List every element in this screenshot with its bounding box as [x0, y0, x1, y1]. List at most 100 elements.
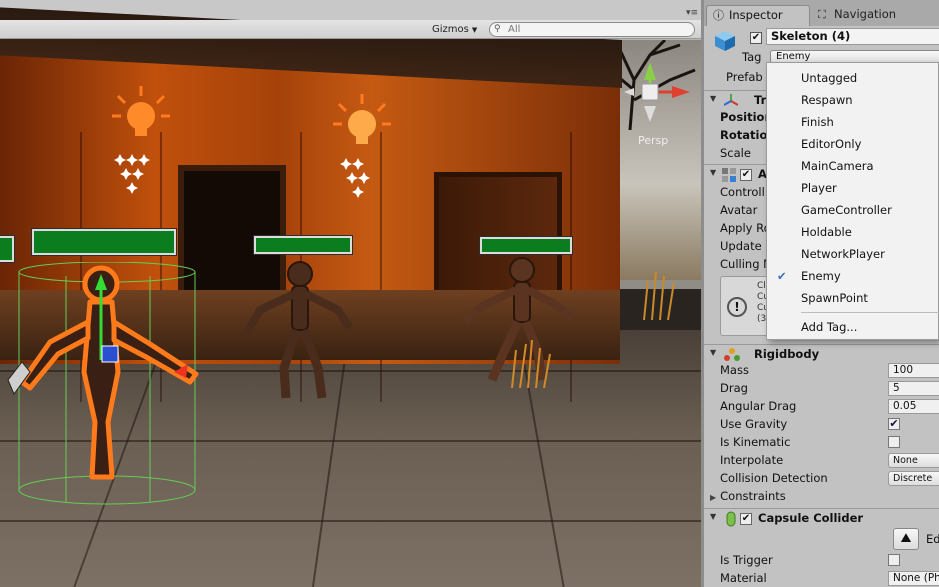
perspective-label[interactable]: Persp: [638, 134, 668, 147]
tag-option-label: MainCamera: [801, 159, 874, 173]
tab-inspector[interactable]: ⓘ Inspector: [706, 5, 810, 26]
particle-system-icon[interactable]: [338, 154, 378, 204]
tag-option-spawnpoint[interactable]: SpawnPoint: [767, 287, 939, 309]
avatar-label: Avatar: [720, 203, 758, 217]
edit-collider-label: Ed: [926, 532, 939, 546]
capsule-collider-icon: [726, 511, 736, 527]
animator-icon: [722, 168, 736, 182]
tag-label: Tag: [742, 50, 762, 64]
menu-separator: [801, 312, 939, 313]
checkmark-icon: ✔: [777, 269, 787, 283]
material-field[interactable]: None (Ph: [888, 571, 939, 586]
tag-option-label: Respawn: [801, 93, 853, 107]
transform-title: Tr: [754, 93, 767, 107]
tag-option-label: Player: [801, 181, 837, 195]
tab-inspector-label: Inspector: [729, 8, 783, 22]
health-bar: [0, 235, 15, 263]
use-gravity-checkbox[interactable]: ✔: [888, 418, 900, 430]
expand-arrow-icon: ▼: [710, 94, 717, 103]
game-object-cube-icon: [715, 31, 735, 51]
tab-navigation-label: Navigation: [834, 7, 897, 21]
tag-dropdown-menu: Untagged Respawn Finish EditorOnly MainC…: [766, 62, 939, 340]
constraints-foldout[interactable]: ▶ Constraints: [710, 487, 786, 505]
tag-option-label: GameController: [801, 203, 892, 217]
edit-collider-button[interactable]: ⛰: [893, 528, 919, 550]
add-tag-menu-item[interactable]: Add Tag...: [767, 316, 939, 338]
tag-option-gamecontroller[interactable]: GameController: [767, 199, 939, 221]
use-gravity-label: Use Gravity: [720, 417, 788, 431]
animator-enabled-checkbox[interactable]: ✔: [740, 169, 752, 181]
tag-option-holdable[interactable]: Holdable: [767, 221, 939, 243]
tag-option-maincamera[interactable]: MainCamera: [767, 155, 939, 177]
light-bulb-icon[interactable]: [112, 86, 170, 144]
skeleton-character[interactable]: [238, 258, 358, 408]
tag-option-player[interactable]: Player: [767, 177, 939, 199]
apply-root-motion-label: Apply Ro: [720, 221, 771, 235]
constraints-label: Constraints: [720, 489, 786, 503]
selected-skeleton-character[interactable]: [0, 262, 215, 512]
light-bulb-icon[interactable]: [333, 94, 391, 152]
tab-navigation[interactable]: ⛶ Navigation: [812, 5, 932, 26]
tag-option-untagged[interactable]: Untagged: [767, 67, 939, 89]
panel-menu-icon[interactable]: ▾≡: [686, 8, 698, 18]
expand-arrow-icon: ▶: [710, 493, 717, 502]
object-active-checkbox[interactable]: ✔: [750, 32, 762, 44]
rigidbody-icon: [724, 348, 740, 361]
scale-label[interactable]: Scale: [720, 144, 751, 162]
transform-icon: [724, 94, 738, 106]
angular-drag-field[interactable]: 0.05: [888, 399, 939, 414]
tag-option-label: Untagged: [801, 71, 858, 85]
angular-drag-label: Angular Drag: [720, 399, 797, 413]
capsule-collider-enabled-checkbox[interactable]: ✔: [740, 513, 752, 525]
collision-detection-dropdown[interactable]: Discrete: [888, 471, 939, 486]
tag-option-label: SpawnPoint: [801, 291, 868, 305]
interpolate-dropdown[interactable]: None: [888, 453, 939, 468]
interpolate-label: Interpolate: [720, 453, 784, 467]
search-icon: ⚲: [494, 24, 501, 34]
tag-option-finish[interactable]: Finish: [767, 111, 939, 133]
health-bar: [253, 235, 353, 255]
scene-toolbar: Gizmos ▼ ⚲ All: [0, 20, 701, 39]
info-icon: ⓘ: [713, 9, 724, 22]
drag-field[interactable]: 5: [888, 381, 939, 396]
scene-view[interactable]: Gizmos ▼ ⚲ All ▾≡ Persp: [0, 0, 701, 587]
gizmos-dropdown[interactable]: Gizmos ▼: [432, 22, 477, 37]
tag-option-label: Enemy: [801, 269, 841, 283]
prefab-label: Prefab: [726, 70, 763, 84]
is-kinematic-label: Is Kinematic: [720, 435, 791, 449]
tag-option-networkplayer[interactable]: NetworkPlayer: [767, 243, 939, 265]
capsule-collider-header[interactable]: ▼ ✔ Capsule Collider: [704, 508, 939, 528]
scene-search-input[interactable]: ⚲ All: [489, 22, 695, 37]
scene-orientation-gizmo[interactable]: [620, 62, 690, 142]
drag-label: Drag: [720, 381, 748, 395]
tag-option-enemy[interactable]: ✔ Enemy: [767, 265, 939, 287]
is-kinematic-checkbox[interactable]: [888, 436, 900, 448]
health-bar: [31, 228, 177, 256]
tag-option-respawn[interactable]: Respawn: [767, 89, 939, 111]
grass-tuft: [511, 340, 551, 388]
capsule-collider-title: Capsule Collider: [758, 511, 864, 525]
add-tag-label: Add Tag...: [801, 320, 858, 334]
is-trigger-label: Is Trigger: [720, 553, 773, 567]
inspector-tabs: ⓘ Inspector ⛶ Navigation: [704, 0, 939, 26]
info-icon: !: [727, 297, 747, 317]
position-label[interactable]: Position: [720, 108, 773, 126]
search-placeholder: All: [508, 24, 521, 35]
is-trigger-checkbox[interactable]: [888, 554, 900, 566]
particle-system-icon[interactable]: [112, 150, 152, 200]
expand-arrow-icon: ▼: [710, 348, 717, 357]
health-bar: [479, 236, 573, 255]
object-name-field[interactable]: Skeleton (4): [766, 28, 939, 45]
mass-label: Mass: [720, 363, 749, 377]
collision-detection-label: Collision Detection: [720, 471, 828, 485]
mass-field[interactable]: 100: [888, 363, 939, 378]
info-line: Cl: [757, 281, 766, 291]
info-line: (3: [757, 314, 767, 324]
tag-option-label: EditorOnly: [801, 137, 862, 151]
navigation-icon: ⛶: [818, 8, 826, 21]
chevron-down-icon: ▼: [471, 26, 478, 34]
controller-label: Controll: [720, 185, 765, 199]
tag-option-editoronly[interactable]: EditorOnly: [767, 133, 939, 155]
material-label: Material: [720, 571, 767, 585]
tag-option-label: Finish: [801, 115, 834, 129]
